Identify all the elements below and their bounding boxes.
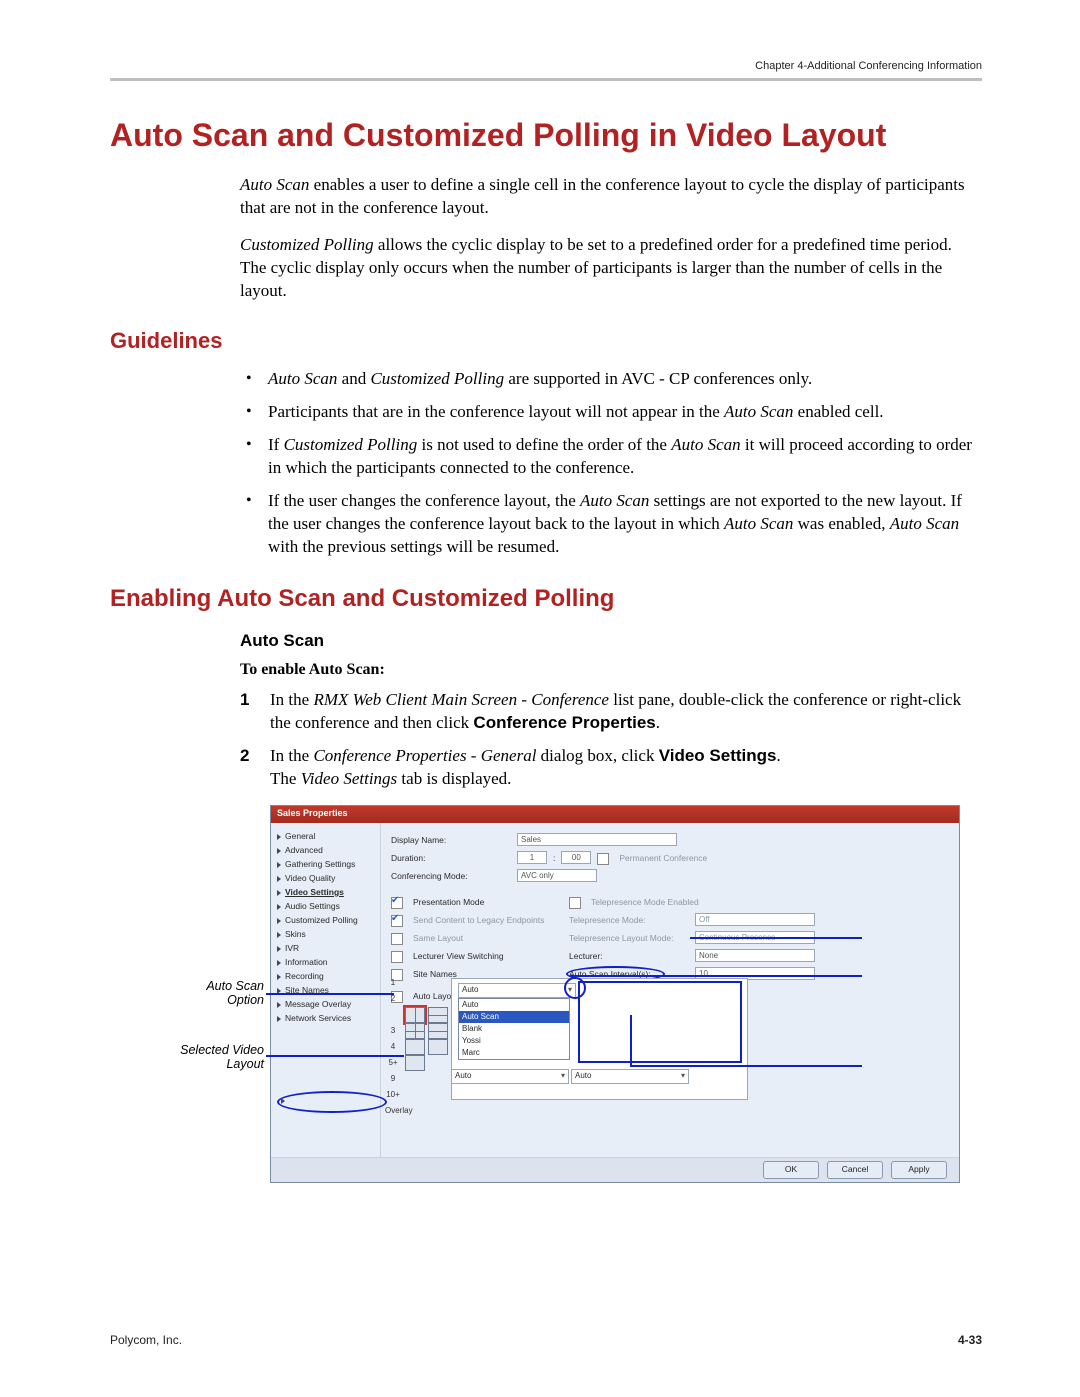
guideline-3: If Customized Polling is not used to def… bbox=[240, 434, 982, 480]
auto-scan-subheading: Auto Scan bbox=[240, 631, 982, 651]
nav-recording[interactable]: Recording bbox=[275, 969, 376, 983]
step-2: 2 In the Conference Properties - General… bbox=[240, 745, 982, 791]
anno-line-cell-h bbox=[630, 1065, 862, 1067]
lect-switch-label: Lecturer View Switching bbox=[413, 951, 563, 961]
nav-highlight-oval bbox=[277, 1091, 387, 1113]
running-header: Chapter 4-Additional Conferencing Inform… bbox=[110, 60, 982, 72]
footer-page-number: 4-33 bbox=[958, 1333, 982, 1347]
apply-button[interactable]: Apply bbox=[891, 1161, 947, 1179]
display-name-label: Display Name: bbox=[391, 835, 511, 845]
dialog-nav: General Advanced Gathering Settings Vide… bbox=[271, 823, 381, 1158]
steps-list: 1 In the RMX Web Client Main Screen - Co… bbox=[240, 689, 982, 791]
layout-thumb-row4 bbox=[405, 1055, 425, 1071]
layout-thumb-b[interactable] bbox=[428, 1023, 448, 1039]
nav-customized-polling[interactable]: Customized Polling bbox=[275, 913, 376, 927]
dialog-body: General Advanced Gathering Settings Vide… bbox=[271, 823, 959, 1158]
tp-enabled-checkbox[interactable] bbox=[569, 897, 581, 909]
guidelines-block: Auto Scan and Customized Polling are sup… bbox=[240, 368, 982, 559]
lect-switch-checkbox[interactable] bbox=[391, 951, 403, 963]
permanent-label: Permanent Conference bbox=[619, 853, 707, 863]
intro-p2: Customized Polling allows the cyclic dis… bbox=[240, 234, 982, 303]
footer-company: Polycom, Inc. bbox=[110, 1333, 182, 1347]
cancel-button[interactable]: Cancel bbox=[827, 1161, 883, 1179]
to-enable-lead: To enable Auto Scan: bbox=[240, 661, 982, 679]
page: Chapter 4-Additional Conferencing Inform… bbox=[0, 0, 1080, 1397]
nav-advanced[interactable]: Advanced bbox=[275, 843, 376, 857]
layout-thumb-1x2[interactable] bbox=[405, 1007, 425, 1023]
nav-network-services[interactable]: Network Services bbox=[275, 1011, 376, 1025]
row3-combo-a[interactable]: Auto bbox=[451, 1069, 569, 1084]
nav-audio-settings[interactable]: Audio Settings bbox=[275, 899, 376, 913]
layout-thumb-c[interactable] bbox=[405, 1039, 425, 1055]
tp-mode-label: Telepresence Mode: bbox=[569, 915, 689, 925]
header-rule bbox=[110, 78, 982, 81]
enabling-heading: Enabling Auto Scan and Customized Pollin… bbox=[110, 585, 982, 613]
dropdown-button-circle bbox=[564, 977, 586, 999]
tp-layout-mode-label: Telepresence Layout Mode: bbox=[569, 933, 689, 943]
anno-line-cell-v bbox=[630, 1015, 632, 1065]
step-1: 1 In the RMX Web Client Main Screen - Co… bbox=[240, 689, 982, 735]
intro-p1: Auto Scan enables a user to define a sin… bbox=[240, 174, 982, 220]
nav-gathering-settings[interactable]: Gathering Settings bbox=[275, 857, 376, 871]
duration-label: Duration: bbox=[391, 853, 511, 863]
callout-auto-scan-option: Auto Scan Option bbox=[174, 979, 264, 1008]
presentation-mode-checkbox[interactable] bbox=[391, 897, 403, 909]
guideline-1: Auto Scan and Customized Polling are sup… bbox=[240, 368, 982, 391]
dialog-footer: OK Cancel Apply bbox=[271, 1157, 959, 1182]
duration-minutes[interactable]: 00 bbox=[561, 851, 591, 864]
conf-mode-field[interactable]: AVC only bbox=[517, 869, 597, 882]
conf-mode-label: Conferencing Mode: bbox=[391, 871, 511, 881]
guideline-4: If the user changes the conference layou… bbox=[240, 490, 982, 559]
layout-thumb-a[interactable] bbox=[405, 1023, 425, 1039]
anno-line-autoscan-option bbox=[266, 993, 394, 995]
guidelines-list: Auto Scan and Customized Polling are sup… bbox=[240, 368, 982, 559]
layout-thumb-2x1[interactable] bbox=[428, 1007, 448, 1023]
dialog-title: Sales Properties bbox=[271, 806, 959, 823]
nav-message-overlay[interactable]: Message Overlay bbox=[275, 997, 376, 1011]
intro-block: Auto Scan enables a user to define a sin… bbox=[240, 174, 982, 303]
layout-thumb-d[interactable] bbox=[428, 1039, 448, 1055]
lecturer-field[interactable]: None bbox=[695, 949, 815, 962]
row3-combo-b[interactable]: Auto bbox=[571, 1069, 689, 1084]
duration-hours[interactable]: 1 bbox=[517, 851, 547, 864]
callout-selected-video-layout: Selected Video Layout bbox=[174, 1043, 264, 1072]
send-legacy-label: Send Content to Legacy Endpoints bbox=[413, 915, 563, 925]
dialog-main: Display Name: Sales Duration: 1 : 00 Per… bbox=[381, 823, 959, 1158]
permanent-checkbox[interactable] bbox=[597, 853, 609, 865]
guidelines-heading: Guidelines bbox=[110, 328, 982, 354]
tp-mode-field[interactable]: Off bbox=[695, 913, 815, 926]
term-auto-scan: Auto Scan bbox=[240, 175, 309, 194]
nav-ivr[interactable]: IVR bbox=[275, 941, 376, 955]
layout-thumb-e[interactable] bbox=[405, 1055, 425, 1071]
same-layout-label: Same Layout bbox=[413, 933, 563, 943]
guideline-2: Participants that are in the conference … bbox=[240, 401, 982, 424]
page-footer: Polycom, Inc. 4-33 bbox=[110, 1333, 982, 1347]
layout-thumb-row2 bbox=[405, 1023, 448, 1039]
send-legacy-checkbox[interactable] bbox=[391, 915, 403, 927]
anno-line-selected-layout bbox=[266, 1055, 404, 1057]
dialog-screenshot: Auto Scan Option Selected Video Layout A… bbox=[270, 805, 960, 1183]
term-customized-polling: Customized Polling bbox=[240, 235, 374, 254]
tp-enabled-label: Telepresence Mode Enabled bbox=[591, 897, 699, 907]
lecturer-label: Lecturer: bbox=[569, 951, 689, 961]
presentation-mode-label: Presentation Mode bbox=[413, 897, 563, 907]
nav-information[interactable]: Information bbox=[275, 955, 376, 969]
anno-line-dropdown bbox=[570, 975, 862, 977]
ok-button[interactable]: OK bbox=[763, 1161, 819, 1179]
layout-thumb-row bbox=[405, 1007, 448, 1023]
page-title: Auto Scan and Customized Polling in Vide… bbox=[110, 117, 982, 154]
nav-video-settings[interactable]: Video Settings bbox=[275, 885, 376, 899]
layout-row-numbers: 1 2 3 4 5+ 9 10+ Overlay bbox=[385, 975, 401, 1119]
layout-thumb-row3 bbox=[405, 1039, 448, 1055]
nav-skins[interactable]: Skins bbox=[275, 927, 376, 941]
cell-combo[interactable]: Auto bbox=[458, 983, 576, 998]
same-layout-checkbox[interactable] bbox=[391, 933, 403, 945]
selected-layout-cell[interactable] bbox=[578, 981, 742, 1063]
cell-combo-dropdown[interactable]: Auto Auto Scan Blank Yossi Marc bbox=[458, 998, 570, 1060]
anno-line-intervals bbox=[690, 937, 862, 939]
nav-general[interactable]: General bbox=[275, 829, 376, 843]
nav-video-quality[interactable]: Video Quality bbox=[275, 871, 376, 885]
display-name-field[interactable]: Sales bbox=[517, 833, 677, 846]
